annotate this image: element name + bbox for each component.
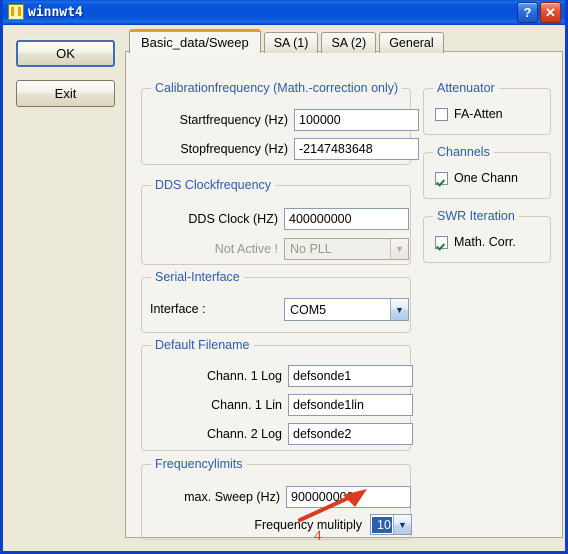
group-channels: Channels One Chann [423, 145, 551, 199]
tab-panel-basic-data-sweep: Calibrationfrequency (Math.-correction o… [125, 51, 563, 540]
group-frequency-limits-label: Frequencylimits [151, 457, 247, 471]
label-stopfrequency: Stopfrequency (Hz) [180, 142, 288, 156]
group-swr-iteration-label: SWR Iteration [433, 209, 519, 223]
tab-general[interactable]: General [379, 32, 444, 53]
left-button-pane: OK Exit [3, 25, 125, 551]
label-chann2-log: Chann. 2 Log [206, 427, 282, 441]
group-dds-clockfrequency-label: DDS Clockfrequency [151, 178, 276, 192]
group-serial-interface: Serial-Interface Interface : COM5 ▼ [141, 270, 411, 333]
chevron-down-icon: ▼ [390, 299, 408, 320]
window-title: winnwt4 [28, 4, 83, 20]
math-corr-label: Math. Corr. [454, 235, 516, 249]
group-attenuator: Attenuator FA-Atten [423, 81, 551, 135]
stopfrequency-input[interactable]: -2147483648 [294, 138, 419, 160]
screenshot-root: winnwt4 ? ✕ OK Exit Basic_data/Sweep SA … [0, 0, 568, 554]
tab-strip: Basic_data/Sweep SA (1) SA (2) General [129, 29, 444, 53]
pll-select-value: No PLL [290, 242, 332, 256]
group-frequency-limits: Frequencylimits max. Sweep (Hz) 90000000… [141, 457, 412, 540]
ok-button[interactable]: OK [16, 40, 115, 67]
frequency-multiply-combo[interactable]: 10 ▼ [370, 514, 412, 535]
group-serial-interface-label: Serial-Interface [151, 270, 244, 284]
application-window: winnwt4 ? ✕ OK Exit Basic_data/Sweep SA … [0, 0, 568, 554]
tab-control: Basic_data/Sweep SA (1) SA (2) General C… [125, 25, 565, 545]
dds-clock-input[interactable]: 400000000 [284, 208, 409, 230]
label-dds-clock: DDS Clock (HZ) [188, 212, 278, 226]
frequency-multiply-value: 10 [372, 516, 392, 533]
label-frequency-multiply: Frequency mulitiply [254, 518, 362, 532]
pll-select[interactable]: No PLL ▼ [284, 238, 409, 260]
exit-button[interactable]: Exit [16, 80, 115, 107]
fa-atten-checkbox-row[interactable]: FA-Atten [435, 107, 503, 121]
label-interface: Interface : [150, 302, 206, 316]
interface-select[interactable]: COM5 ▼ [284, 298, 409, 321]
chann2-log-input[interactable]: defsonde2 [288, 423, 413, 445]
label-startfrequency: Startfrequency (Hz) [179, 113, 288, 127]
tab-basic-data-sweep[interactable]: Basic_data/Sweep [129, 29, 261, 53]
help-button[interactable]: ? [517, 1, 538, 23]
one-chann-checkbox[interactable] [435, 171, 448, 185]
title-bar: winnwt4 ? ✕ [3, 0, 565, 25]
group-swr-iteration: SWR Iteration Math. Corr. [423, 209, 551, 263]
label-not-active: Not Active ! [214, 242, 278, 256]
fa-atten-label: FA-Atten [454, 107, 503, 121]
tab-sa-1[interactable]: SA (1) [263, 32, 319, 53]
startfrequency-input[interactable]: 100000 [294, 109, 419, 131]
label-chann1-log: Chann. 1 Log [206, 369, 282, 383]
label-max-sweep: max. Sweep (Hz) [184, 490, 280, 504]
title-bar-buttons: ? ✕ [517, 1, 561, 23]
app-icon [8, 4, 24, 20]
one-chann-checkbox-row[interactable]: One Chann [435, 171, 518, 185]
close-icon[interactable]: ✕ [540, 1, 561, 23]
tab-sa-2[interactable]: SA (2) [321, 32, 377, 53]
group-calibration-frequency-label: Calibrationfrequency (Math.-correction o… [151, 81, 403, 95]
group-default-filename-label: Default Filename [151, 338, 254, 352]
group-dds-clockfrequency: DDS Clockfrequency DDS Clock (HZ) 400000… [141, 178, 411, 265]
chevron-down-icon: ▼ [390, 239, 408, 259]
group-channels-label: Channels [433, 145, 494, 159]
group-calibration-frequency: Calibrationfrequency (Math.-correction o… [141, 81, 419, 165]
max-sweep-input[interactable]: 900000000 [286, 486, 411, 508]
label-chann1-lin: Chann. 1 Lin [211, 398, 282, 412]
one-chann-label: One Chann [454, 171, 518, 185]
fa-atten-checkbox[interactable] [435, 107, 448, 121]
group-attenuator-label: Attenuator [433, 81, 499, 95]
chann1-lin-input[interactable]: defsonde1lin [288, 394, 413, 416]
math-corr-checkbox-row[interactable]: Math. Corr. [435, 235, 516, 249]
math-corr-checkbox[interactable] [435, 235, 448, 249]
group-default-filename: Default Filename Chann. 1 Log defsonde1 … [141, 338, 413, 451]
chann1-log-input[interactable]: defsonde1 [288, 365, 413, 387]
client-area: OK Exit Basic_data/Sweep SA (1) SA (2) G… [3, 25, 565, 551]
annotation-step-number: 4 [314, 528, 322, 544]
chevron-down-icon: ▼ [393, 515, 411, 534]
interface-select-value: COM5 [290, 302, 327, 317]
